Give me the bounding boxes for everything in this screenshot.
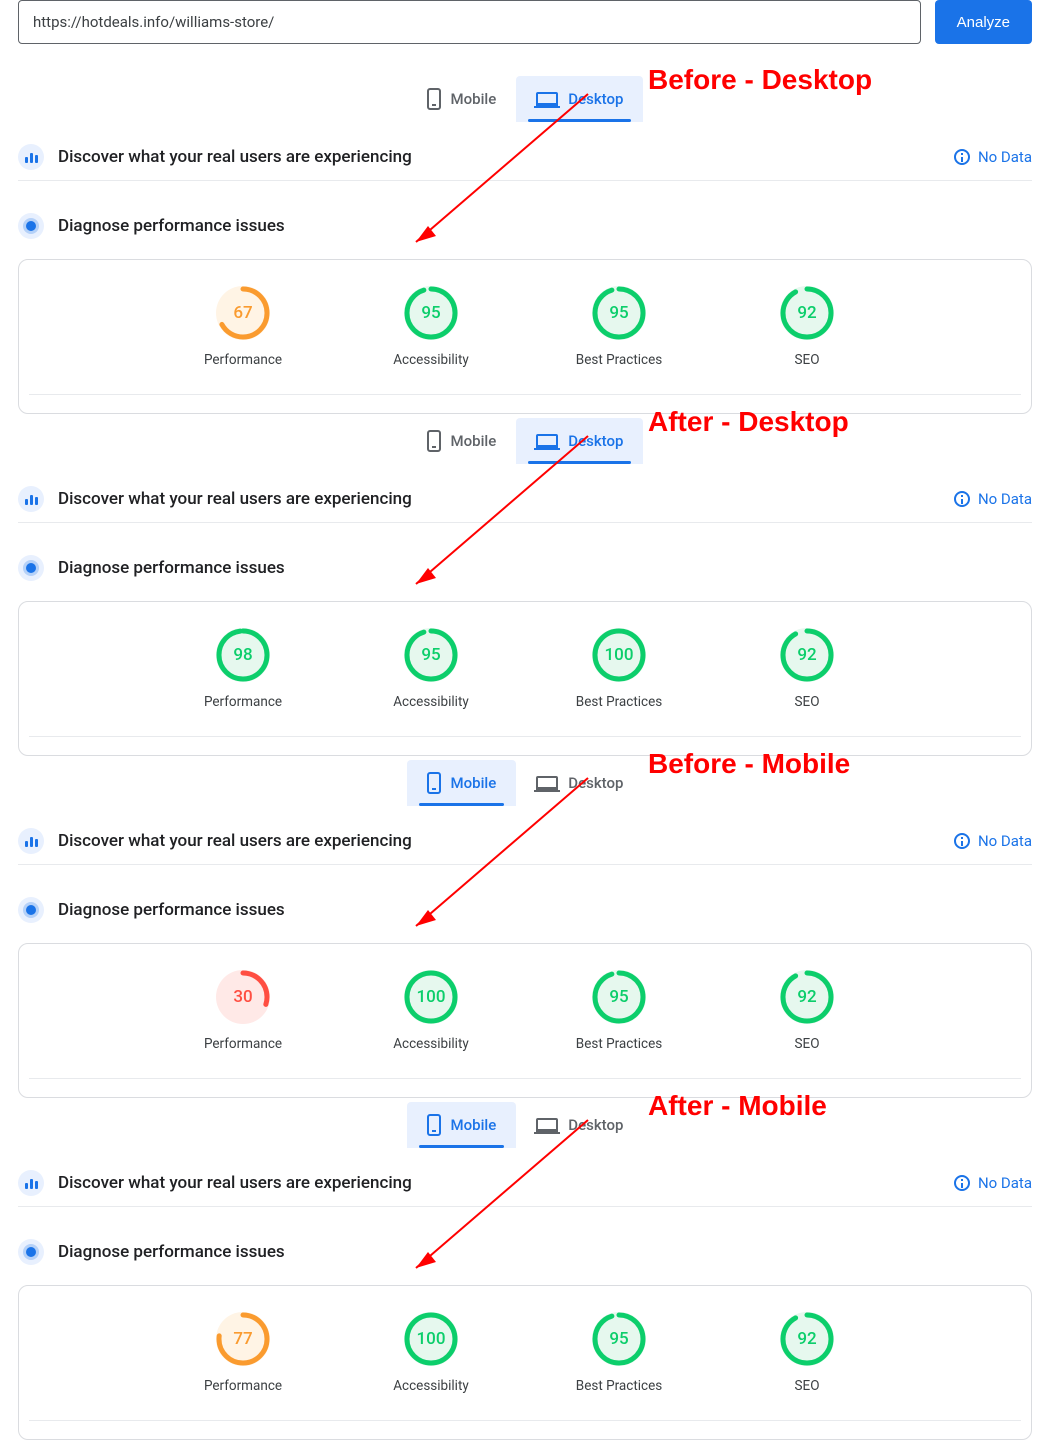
- lighthouse-card: 98 Performance 95 Accessibility 100 Best…: [18, 601, 1032, 756]
- gauge: 98: [216, 628, 270, 682]
- gauge-label: SEO: [795, 694, 820, 710]
- gauge-value: 30: [216, 970, 270, 1024]
- lighthouse-card: 77 Performance 100 Accessibility 95 Best…: [18, 1285, 1032, 1440]
- gauge: 95: [404, 286, 458, 340]
- gauge-col: 95 Best Practices: [559, 1312, 679, 1394]
- info-icon: [954, 833, 970, 849]
- crux-icon: [18, 828, 44, 854]
- gauge-col: 98 Performance: [183, 628, 303, 710]
- gauge-label: Accessibility: [393, 1036, 469, 1052]
- gauge: 95: [404, 628, 458, 682]
- gauge: 92: [780, 970, 834, 1024]
- gauge-col: 92 SEO: [747, 1312, 867, 1394]
- gauge-value: 92: [780, 286, 834, 340]
- gauge: 92: [780, 1312, 834, 1366]
- gauge-label: Best Practices: [576, 1378, 662, 1394]
- gauge-col: 95 Best Practices: [559, 286, 679, 368]
- crux-icon: [18, 486, 44, 512]
- gauge: 92: [780, 628, 834, 682]
- gauge-label: Performance: [204, 1378, 282, 1394]
- diag-icon: [18, 897, 44, 923]
- no-data-text: No Data: [978, 832, 1032, 850]
- gauge-value: 67: [216, 286, 270, 340]
- gauge-value: 95: [404, 628, 458, 682]
- gauge-value: 92: [780, 628, 834, 682]
- gauge-value: 100: [404, 1312, 458, 1366]
- no-data-text: No Data: [978, 148, 1032, 166]
- gauge: 92: [780, 286, 834, 340]
- gauge-col: 95 Accessibility: [371, 286, 491, 368]
- no-data-link[interactable]: No Data: [954, 832, 1032, 850]
- gauge-label: SEO: [795, 1036, 820, 1052]
- annotation-text: After - Mobile: [648, 1090, 827, 1122]
- gauge-col: 100 Accessibility: [371, 1312, 491, 1394]
- gauge-label: Best Practices: [576, 694, 662, 710]
- gauge: 95: [592, 970, 646, 1024]
- no-data-text: No Data: [978, 490, 1032, 508]
- gauge-value: 77: [216, 1312, 270, 1366]
- gauge-col: 100 Best Practices: [559, 628, 679, 710]
- gauge: 95: [592, 1312, 646, 1366]
- lighthouse-card: 30 Performance 100 Accessibility 95 Best…: [18, 943, 1032, 1098]
- diag-icon: [18, 555, 44, 581]
- gauge-label: Accessibility: [393, 1378, 469, 1394]
- lighthouse-card: 67 Performance 95 Accessibility 95 Best …: [18, 259, 1032, 414]
- gauge-col: 77 Performance: [183, 1312, 303, 1394]
- gauge-value: 100: [404, 970, 458, 1024]
- url-input[interactable]: https://hotdeals.info/williams-store/: [18, 0, 921, 44]
- gauge-value: 95: [592, 1312, 646, 1366]
- gauge-label: Best Practices: [576, 352, 662, 368]
- annotation-text: Before - Mobile: [648, 748, 850, 780]
- no-data-link[interactable]: No Data: [954, 490, 1032, 508]
- gauge: 77: [216, 1312, 270, 1366]
- gauge-value: 100: [592, 628, 646, 682]
- gauge-col: 95 Best Practices: [559, 970, 679, 1052]
- gauge-col: 92 SEO: [747, 970, 867, 1052]
- gauge-label: Performance: [204, 1036, 282, 1052]
- annotation-text: After - Desktop: [648, 406, 849, 438]
- gauge-label: Performance: [204, 694, 282, 710]
- gauge-col: 30 Performance: [183, 970, 303, 1052]
- gauge-value: 95: [592, 286, 646, 340]
- gauge-label: Best Practices: [576, 1036, 662, 1052]
- gauge-col: 67 Performance: [183, 286, 303, 368]
- gauge-value: 95: [404, 286, 458, 340]
- gauge-value: 98: [216, 628, 270, 682]
- diag-icon: [18, 1239, 44, 1265]
- gauge-value: 95: [592, 970, 646, 1024]
- annotation-text: Before - Desktop: [648, 64, 872, 96]
- diag-icon: [18, 213, 44, 239]
- gauge-col: 92 SEO: [747, 628, 867, 710]
- gauge-col: 95 Accessibility: [371, 628, 491, 710]
- info-icon: [954, 149, 970, 165]
- analyze-button[interactable]: Analyze: [935, 0, 1032, 44]
- no-data-link[interactable]: No Data: [954, 148, 1032, 166]
- gauge-label: Accessibility: [393, 694, 469, 710]
- gauge-label: Accessibility: [393, 352, 469, 368]
- gauge-label: SEO: [795, 1378, 820, 1394]
- gauge: 95: [592, 286, 646, 340]
- crux-icon: [18, 144, 44, 170]
- no-data-link[interactable]: No Data: [954, 1174, 1032, 1192]
- gauge-value: 92: [780, 970, 834, 1024]
- gauge-value: 92: [780, 1312, 834, 1366]
- info-icon: [954, 1175, 970, 1191]
- gauge: 100: [592, 628, 646, 682]
- gauge: 100: [404, 970, 458, 1024]
- gauge-label: SEO: [795, 352, 820, 368]
- crux-icon: [18, 1170, 44, 1196]
- info-icon: [954, 491, 970, 507]
- gauge: 100: [404, 1312, 458, 1366]
- no-data-text: No Data: [978, 1174, 1032, 1192]
- gauge-col: 100 Accessibility: [371, 970, 491, 1052]
- gauge: 30: [216, 970, 270, 1024]
- gauge-label: Performance: [204, 352, 282, 368]
- gauge: 67: [216, 286, 270, 340]
- gauge-col: 92 SEO: [747, 286, 867, 368]
